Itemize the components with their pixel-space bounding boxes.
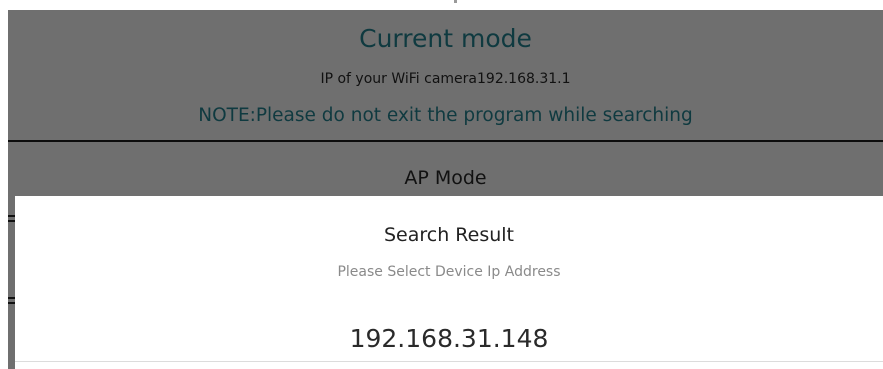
device-list-item[interactable]: 192.168.31.148 xyxy=(15,308,883,362)
header-divider xyxy=(8,140,883,142)
dialog-title: Search Result xyxy=(383,224,515,246)
current-mode-title: Current mode xyxy=(359,24,532,53)
search-result-dialog: Search Result Please Select Device Ip Ad… xyxy=(15,196,883,369)
list-divider xyxy=(15,361,883,362)
status-indicator xyxy=(454,0,457,3)
camera-ip-text: IP of your WiFi camera192.168.31.1 xyxy=(320,71,571,87)
dialog-subtitle: Please Select Device Ip Address xyxy=(337,264,561,280)
screen: Current mode IP of your WiFi camera192.1… xyxy=(0,0,883,369)
device-ip-address: 192.168.31.148 xyxy=(349,324,549,353)
ap-mode-option: AP Mode xyxy=(404,167,487,189)
mode-header: Current mode IP of your WiFi camera192.1… xyxy=(8,10,883,141)
search-note-text: NOTE:Please do not exit the program whil… xyxy=(198,105,693,126)
